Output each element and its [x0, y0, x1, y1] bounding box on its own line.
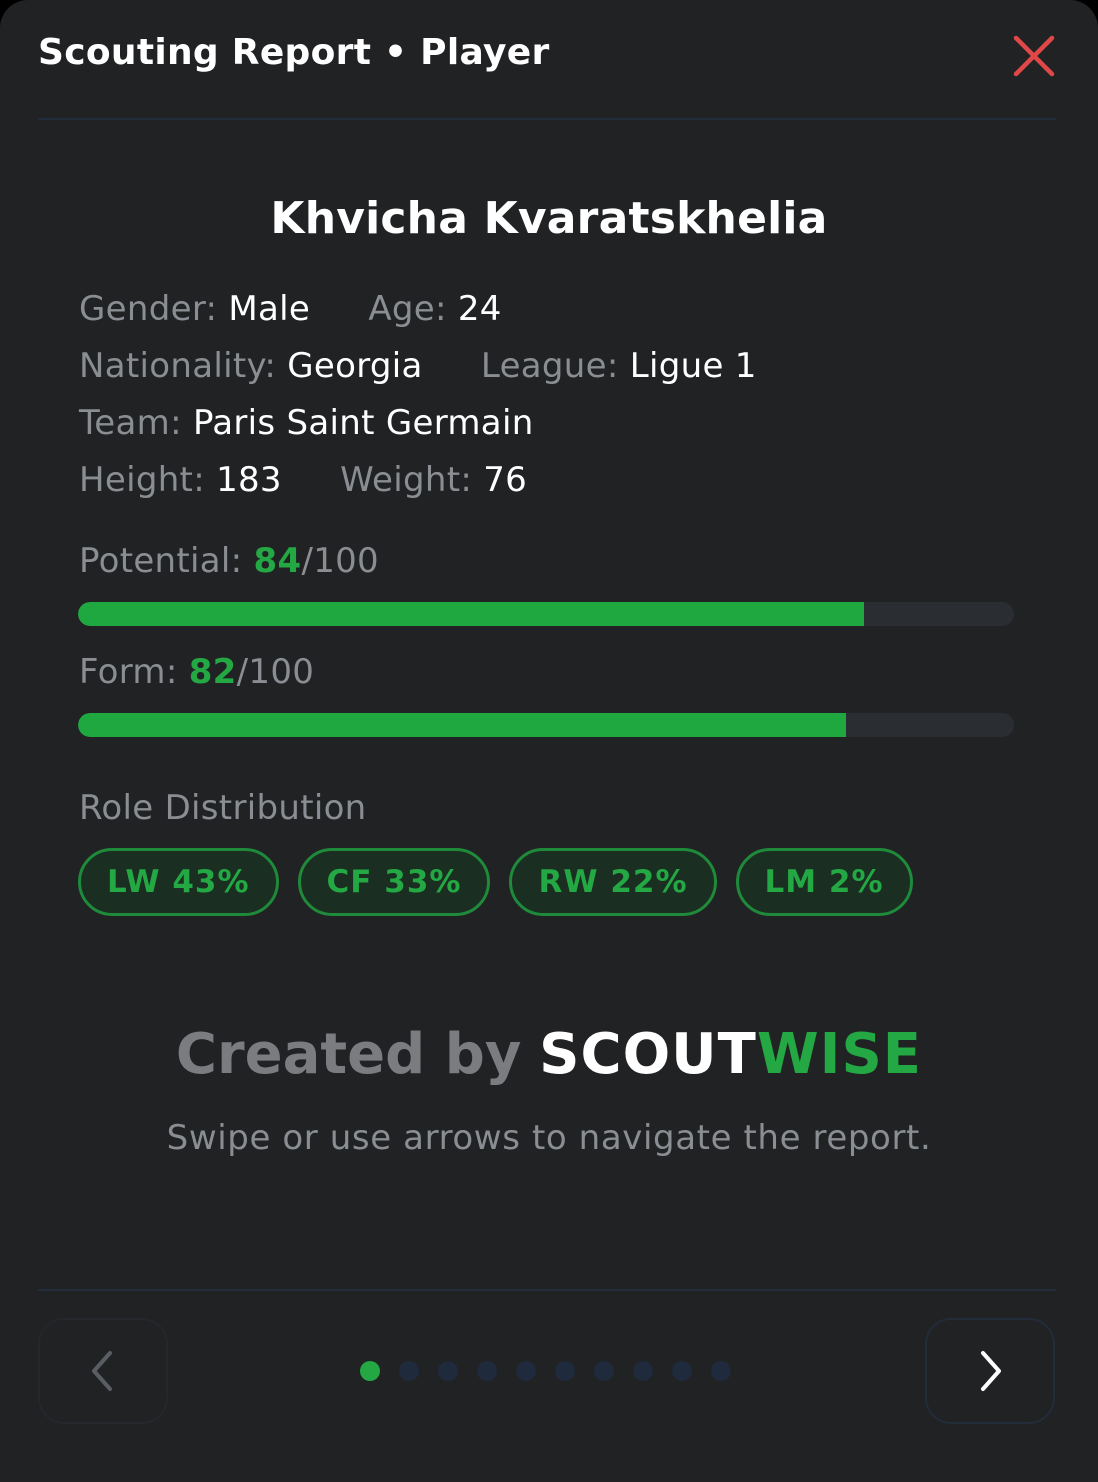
- role-chips: LW 43% CF 33% RW 22% LM 2%: [78, 848, 913, 916]
- info-row-nationality-league: Nationality: Georgia League: Ligue 1: [79, 346, 757, 386]
- potential-bar: [78, 602, 1014, 626]
- role-chip-lm: LM 2%: [735, 848, 913, 916]
- form-max: /100: [236, 652, 315, 692]
- potential-bar-fill: [78, 602, 865, 626]
- form-bar: [78, 713, 1014, 737]
- pager-dot[interactable]: [516, 1361, 536, 1381]
- chevron-left-icon: [92, 1351, 112, 1391]
- age-label: Age:: [368, 289, 447, 329]
- role-chip-cf: CF 33%: [297, 848, 491, 916]
- form-bar-fill: [78, 713, 846, 737]
- gender-label: Gender:: [79, 289, 218, 329]
- pager-dots: [360, 1361, 731, 1381]
- close-button[interactable]: [1012, 34, 1056, 78]
- league-value: Ligue 1: [629, 346, 757, 386]
- brand-logo: SCOUTWISE: [539, 1022, 922, 1087]
- pager-dot[interactable]: [633, 1361, 653, 1381]
- nationality-value: Georgia: [287, 346, 423, 386]
- scouting-report-modal: Scouting Report • Player Khvicha Kvarats…: [0, 0, 1098, 1482]
- previous-button[interactable]: [38, 1318, 168, 1424]
- brand-wise: WISE: [756, 1022, 923, 1087]
- info-row-team: Team: Paris Saint Germain: [79, 403, 534, 443]
- modal-title: Scouting Report • Player: [38, 32, 550, 73]
- info-row-height-weight: Height: 183 Weight: 76: [79, 460, 527, 500]
- pager-dot[interactable]: [399, 1361, 419, 1381]
- modal-header: Scouting Report • Player: [38, 0, 1056, 120]
- height-label: Height:: [79, 460, 205, 500]
- team-value: Paris Saint Germain: [192, 403, 534, 443]
- form-score: 82: [188, 652, 237, 692]
- pager-dot[interactable]: [594, 1361, 614, 1381]
- next-button[interactable]: [925, 1318, 1055, 1424]
- height-value: 183: [216, 460, 282, 500]
- created-by-credit: Created by SCOUTWISE: [0, 1022, 1098, 1087]
- close-icon: [1013, 35, 1055, 77]
- brand-scout: SCOUT: [539, 1022, 757, 1087]
- nationality-label: Nationality:: [79, 346, 277, 386]
- form-label-text: Form:: [79, 652, 178, 692]
- pager-dot[interactable]: [711, 1361, 731, 1381]
- chevron-right-icon: [981, 1351, 1001, 1391]
- pager-dot[interactable]: [360, 1361, 380, 1381]
- potential-score: 84: [253, 541, 302, 581]
- pager-dot[interactable]: [555, 1361, 575, 1381]
- gender-value: Male: [228, 289, 311, 329]
- potential-label: Potential: 84/100: [79, 541, 379, 581]
- role-chip-lw: LW 43%: [78, 848, 279, 916]
- navigation-hint: Swipe or use arrows to navigate the repo…: [166, 1118, 932, 1158]
- weight-label: Weight:: [340, 460, 473, 500]
- potential-label-text: Potential:: [79, 541, 243, 581]
- pager-dot[interactable]: [477, 1361, 497, 1381]
- league-label: League:: [480, 346, 619, 386]
- info-row-gender-age: Gender: Male Age: 24: [79, 289, 502, 329]
- age-value: 24: [457, 289, 502, 329]
- footer-divider: [38, 1289, 1056, 1291]
- credit-prefix: Created by: [175, 1022, 522, 1087]
- form-label: Form: 82/100: [79, 652, 314, 692]
- role-distribution-title: Role Distribution: [79, 788, 367, 828]
- player-name: Khvicha Kvaratskhelia: [270, 193, 828, 244]
- pager-dot[interactable]: [438, 1361, 458, 1381]
- weight-value: 76: [483, 460, 528, 500]
- pager-dot[interactable]: [672, 1361, 692, 1381]
- role-chip-rw: RW 22%: [509, 848, 717, 916]
- potential-max: /100: [301, 541, 379, 581]
- team-label: Team:: [79, 403, 182, 443]
